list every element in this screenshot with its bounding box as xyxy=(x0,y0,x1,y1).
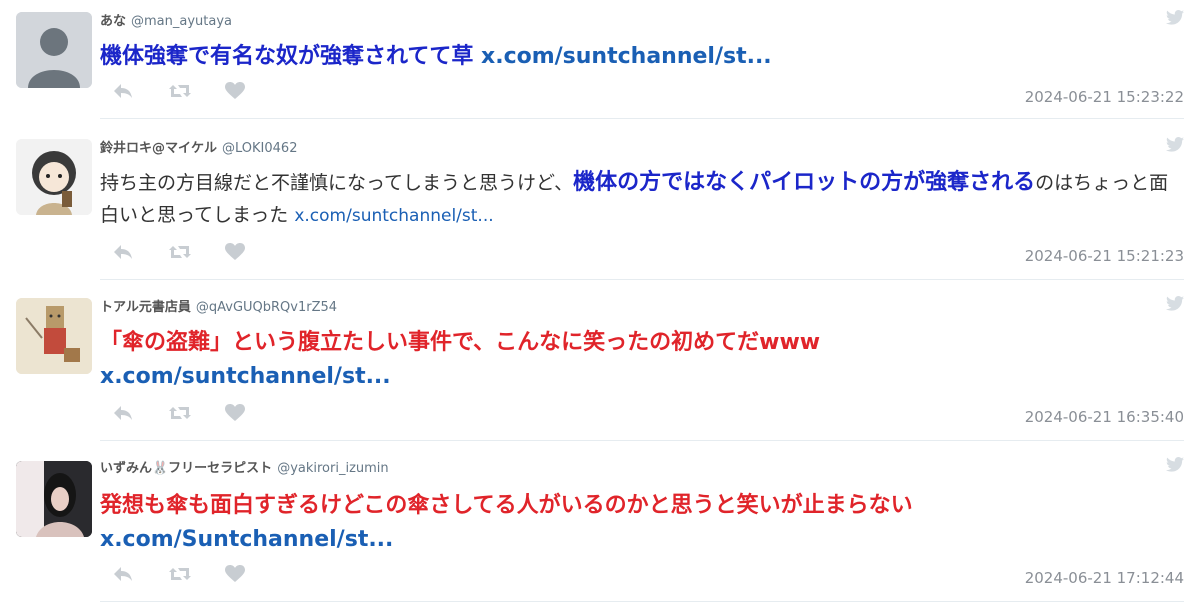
tweet-author: あな @man_ayutaya xyxy=(100,10,232,29)
retweet-icon[interactable] xyxy=(168,565,192,583)
retweet-icon[interactable] xyxy=(168,243,192,261)
tweet-author: トアル元書店員 @qAvGUQbRQv1rZ54 xyxy=(100,296,337,315)
author-name[interactable]: 鈴井ロキ@マイケル xyxy=(100,141,217,156)
author-name[interactable]: トアル元書店員 xyxy=(100,300,191,315)
author-handle[interactable]: @yakirori_izumin xyxy=(277,461,388,476)
twitter-bird-icon xyxy=(1166,457,1184,472)
tweet-divider xyxy=(100,440,1184,441)
tweet-text: 「傘の盗難」という腹立たしい事件で、こんなに笑ったの初めてだwww x.com/s… xyxy=(100,326,1180,394)
tweet-text-segment: 発想も傘も面白すぎるけどこの傘さしてる人がいるのかと思うと笑いが止まらない xyxy=(100,493,913,518)
tweet-link[interactable]: x.com/Suntchannel/st... xyxy=(100,527,393,552)
tweet-text-segment: 「傘の盗難」という腹立たしい事件で、こんなに笑ったの初めてだwww xyxy=(100,330,821,355)
author-name[interactable]: あな xyxy=(100,14,126,29)
tweet-text-segment: 機体強奪で有名な奴が強奪されてて草 xyxy=(100,44,482,69)
tweet-timestamp[interactable]: 2024-06-21 16:35:40 xyxy=(1025,408,1184,426)
tweet-divider xyxy=(100,118,1184,119)
tweet-link[interactable]: x.com/suntchannel/st... xyxy=(481,44,772,69)
tweet-author: 鈴井ロキ@マイケル @LOKI0462 xyxy=(100,137,297,156)
tweet-text: 持ち主の方目線だと不謹慎になってしまうと思うけど、機体の方ではなくパイロットの方… xyxy=(100,167,1180,232)
tweet-link[interactable]: x.com/suntchannel/st... xyxy=(100,364,391,389)
avatar[interactable] xyxy=(16,139,92,215)
reply-icon[interactable] xyxy=(112,565,134,583)
author-handle[interactable]: @man_ayutaya xyxy=(131,14,232,29)
reply-icon[interactable] xyxy=(112,243,134,261)
heart-icon[interactable] xyxy=(224,404,246,422)
tweet-text: 機体強奪で有名な奴が強奪されてて草 x.com/suntchannel/st..… xyxy=(100,40,1180,74)
author-handle[interactable]: @qAvGUQbRQv1rZ54 xyxy=(196,300,337,315)
author-name[interactable]: いずみん🐰フリーセラピスト xyxy=(100,461,272,476)
retweet-icon[interactable] xyxy=(168,404,192,422)
tweet-text: 発想も傘も面白すぎるけどこの傘さしてる人がいるのかと思うと笑いが止まらない x.c… xyxy=(100,489,1180,557)
retweet-icon[interactable] xyxy=(168,82,192,100)
heart-icon[interactable] xyxy=(224,565,246,583)
avatar[interactable] xyxy=(16,298,92,374)
tweet-text-highlight: 機体の方ではなくパイロットの方が強奪される xyxy=(573,170,1036,195)
tweet-timestamp[interactable]: 2024-06-21 17:12:44 xyxy=(1025,569,1184,587)
avatar[interactable] xyxy=(16,461,92,537)
twitter-bird-icon xyxy=(1166,296,1184,311)
tweet-divider xyxy=(100,601,1184,602)
tweet-divider xyxy=(100,279,1184,280)
reply-icon[interactable] xyxy=(112,404,134,422)
author-handle[interactable]: @LOKI0462 xyxy=(222,141,297,156)
heart-icon[interactable] xyxy=(224,82,246,100)
tweet-author: いずみん🐰フリーセラピスト @yakirori_izumin xyxy=(100,457,389,476)
reply-icon[interactable] xyxy=(112,82,134,100)
heart-icon[interactable] xyxy=(224,243,246,261)
twitter-bird-icon xyxy=(1166,137,1184,152)
avatar[interactable] xyxy=(16,12,92,88)
tweet-link[interactable]: x.com/suntchannel/st... xyxy=(294,206,493,226)
twitter-bird-icon xyxy=(1166,10,1184,25)
tweet-timestamp[interactable]: 2024-06-21 15:21:23 xyxy=(1025,247,1184,265)
tweet-text-segment: 持ち主の方目線だと不謹慎になってしまうと思うけど、 xyxy=(100,172,574,194)
tweet-timestamp[interactable]: 2024-06-21 15:23:22 xyxy=(1025,88,1184,106)
